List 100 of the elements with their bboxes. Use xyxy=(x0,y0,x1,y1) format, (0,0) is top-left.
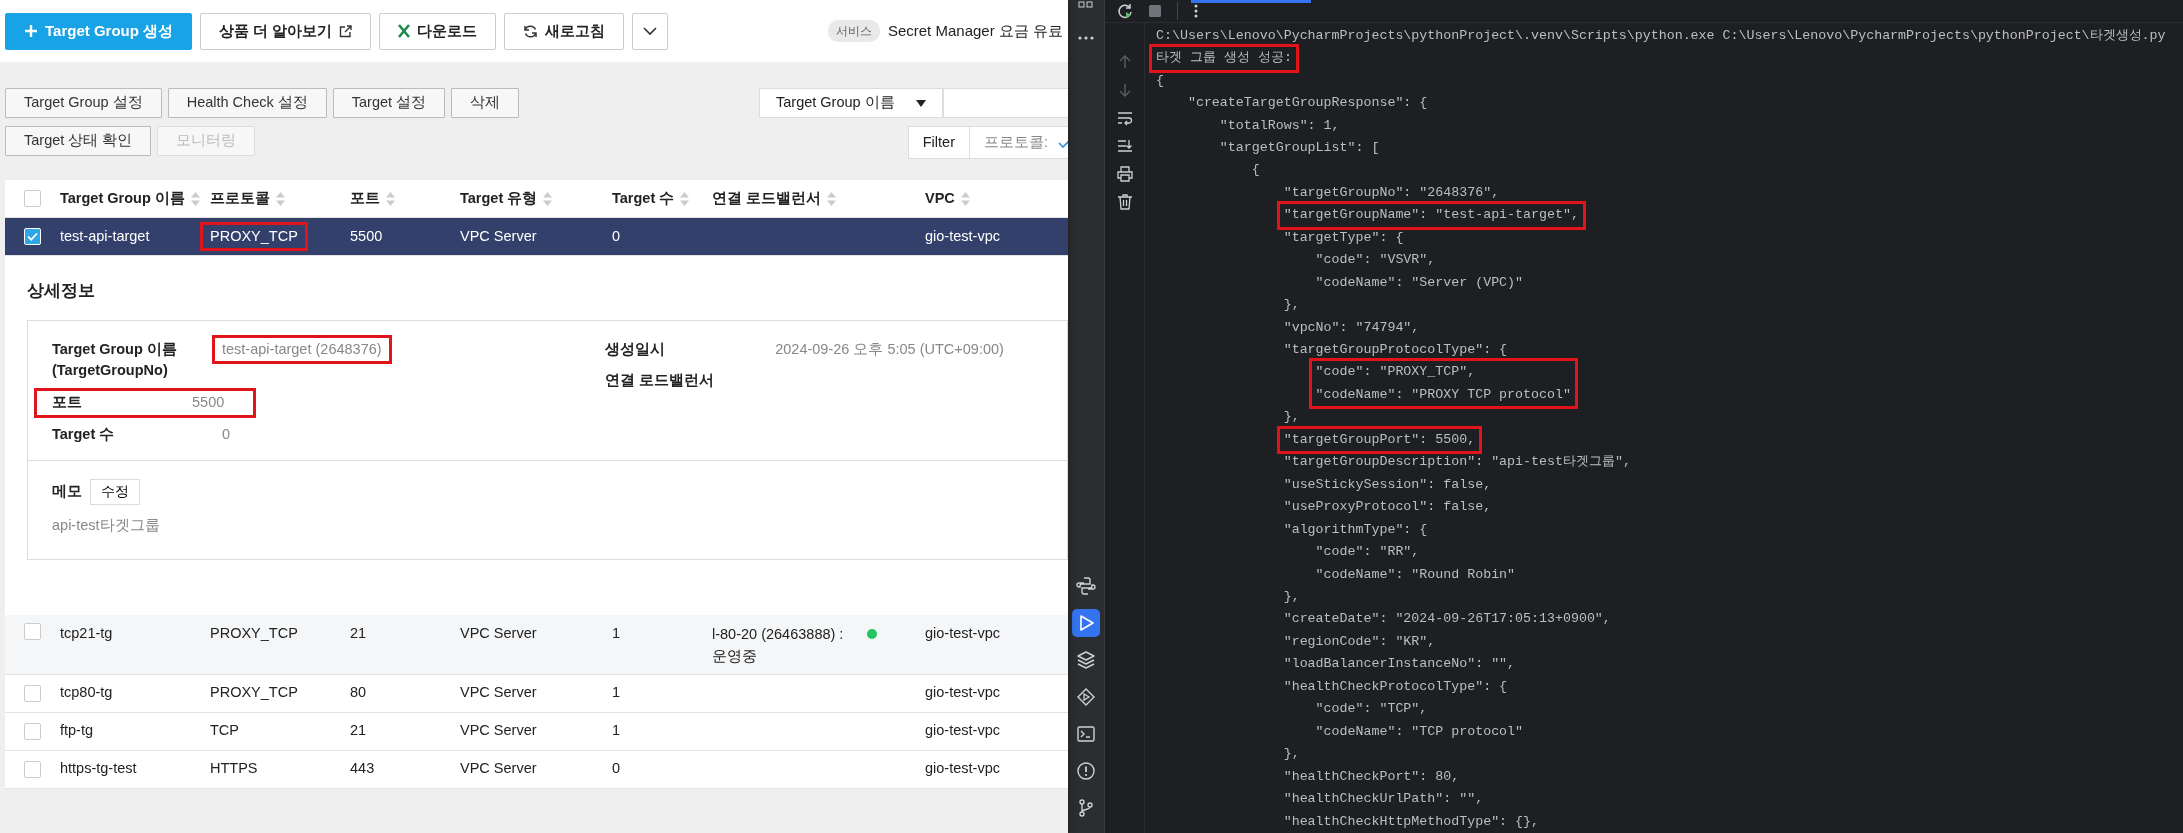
table-row[interactable]: test-api-target PROXY_TCP 5500 VPC Server 0 gio-test-vpc xyxy=(5,218,1068,256)
table-cell-text: VPC Server xyxy=(460,759,537,779)
column-header[interactable]: Target 수 xyxy=(612,187,675,210)
table-cell-text: test-api-target xyxy=(60,226,150,246)
dropdown-button[interactable] xyxy=(632,12,669,50)
checkbox[interactable] xyxy=(24,760,41,778)
memo-text: api-test타겟그룹 xyxy=(52,515,161,535)
checkbox[interactable] xyxy=(24,622,41,640)
column-header[interactable]: 포트 xyxy=(350,187,380,210)
sort-icon xyxy=(827,191,837,206)
run-tool-button[interactable] xyxy=(1072,609,1100,637)
field-label: Target 수 xyxy=(52,424,116,444)
search-type-select[interactable]: Target Group 이름 xyxy=(759,88,943,118)
console-line: "targetGroupList": [ xyxy=(1219,139,1380,155)
python-icon xyxy=(1076,576,1096,596)
console-line: "createTargetGroupResponse": { xyxy=(1187,95,1428,111)
console-line: }, xyxy=(1283,297,1300,313)
terminal-icon xyxy=(1076,724,1096,744)
action-button[interactable]: Target 설정 xyxy=(332,88,446,118)
caret-down-icon xyxy=(916,99,926,107)
table-cell-text: VPC Server xyxy=(460,623,537,643)
checkbox[interactable] xyxy=(24,684,41,702)
column-header[interactable]: Target Group 이름 xyxy=(60,187,185,210)
action-button[interactable]: 삭제 xyxy=(451,88,520,118)
table-cell-text: VPC Server xyxy=(460,683,537,703)
column-header[interactable]: Target 유형 xyxy=(460,187,538,210)
column-header[interactable]: 프로토콜 xyxy=(210,187,270,210)
console-line: C:\Users\Lenovo\PycharmProjects\pythonProject\.venv\Scripts\python.exe C:\Users\Lenovo\PycharmProjects\pythonProject\타겟생성.py xyxy=(1156,27,2166,43)
excel-icon xyxy=(398,24,411,38)
refresh-button[interactable]: 새로고침 xyxy=(504,12,625,50)
console-line: "targetGroupName": "test-api-target", xyxy=(1283,207,1579,223)
check-icon xyxy=(27,232,38,241)
trash-icon[interactable] xyxy=(1116,193,1133,210)
console-line: "codeName": "Server (VPC)" xyxy=(1315,274,1524,290)
table-row[interactable]: https-tg-test HTTPS 443 VPC Server 0 gio-test-vpc xyxy=(5,750,1068,789)
table-row[interactable]: ftp-tg TCP 21 VPC Server 1 gio-test-vpc xyxy=(5,712,1068,751)
wrap-icon[interactable] xyxy=(1116,109,1133,126)
table-cell-text: 5500 xyxy=(350,226,383,246)
branch-icon xyxy=(1076,798,1096,818)
column-header[interactable]: VPC xyxy=(925,187,955,210)
console-line: "codeName": "Round Robin" xyxy=(1315,566,1516,582)
field-value: 2024-09-26 오후 5:05 (UTC+09:00) xyxy=(775,339,1004,359)
console-line: "codeName": "PROXY TCP protocol" xyxy=(1315,386,1571,402)
sort-icon xyxy=(190,191,200,206)
search-field[interactable] xyxy=(943,88,1068,118)
more-vertical-icon[interactable] xyxy=(1194,3,1198,18)
filter-field[interactable]: 프로토콜: xyxy=(969,131,1058,154)
action-button[interactable]: Target 상태 확인 xyxy=(5,126,152,156)
scroll-to-end-icon[interactable] xyxy=(1116,137,1133,154)
download-button[interactable]: 다운로드 xyxy=(379,12,497,50)
load-balancer-text: l-80-20 (26463888) : 운영중 xyxy=(712,624,844,666)
table-cell-text: gio-test-vpc xyxy=(925,623,1000,643)
alert-icon xyxy=(1076,761,1096,781)
services-icon xyxy=(1076,687,1096,707)
sort-icon xyxy=(276,191,285,206)
field-label: 생성일시 xyxy=(605,339,667,359)
table-row[interactable]: tcp80-tg PROXY_TCP 80 VPC Server 1 gio-test-vpc xyxy=(5,674,1068,713)
action-button[interactable]: Target Group 설정 xyxy=(5,88,162,118)
memo-label: 메모 xyxy=(52,481,82,501)
console-line: }, xyxy=(1283,409,1300,425)
table-row[interactable]: tcp21-tg PROXY_TCP 21 VPC Server 1 l-80-20 (26463888) : 운영중 gio-test-vpc xyxy=(5,614,1068,675)
table-cell-text: 0 xyxy=(612,226,621,246)
console-line: "createDate": "2024-09-26T17:05:13+0900", xyxy=(1283,611,1611,627)
console-line: "useProxyProtocol": false, xyxy=(1283,499,1492,515)
console-line: "vpcNo": "74794", xyxy=(1283,319,1420,335)
console-line: "code": "RR", xyxy=(1315,544,1420,560)
table-cell-text: gio-test-vpc xyxy=(925,759,1000,779)
table-cell-text: TCP xyxy=(210,721,239,741)
console-line: "code": "VSVR", xyxy=(1315,252,1436,268)
console-line: "codeName": "TCP protocol" xyxy=(1315,723,1524,739)
table-cell-text: 0 xyxy=(612,759,621,779)
console-line: "useStickySession": false, xyxy=(1283,476,1492,492)
action-button[interactable]: Health Check 설정 xyxy=(167,88,327,118)
table-cell-text: VPC Server xyxy=(460,226,537,246)
sort-icon xyxy=(386,191,395,206)
console-line: "loadBalancerInstanceNo": "", xyxy=(1283,656,1516,672)
console-line: "targetType": { xyxy=(1283,229,1404,245)
console-line: "healthCheckProtocolType": { xyxy=(1283,678,1508,694)
more-icon[interactable] xyxy=(1078,36,1094,40)
checkbox[interactable] xyxy=(24,190,41,207)
console-line: "regionCode": "KR", xyxy=(1283,633,1436,649)
rerun-icon[interactable] xyxy=(1117,2,1133,19)
table-cell-text: tcp80-tg xyxy=(60,683,113,703)
edit-button[interactable]: 수정 xyxy=(90,478,140,505)
learn-more-button[interactable]: 상품 더 알아보기 xyxy=(200,12,372,50)
checkbox[interactable] xyxy=(24,722,41,740)
column-header[interactable]: 연결 로드밸런서 xyxy=(712,187,822,210)
field-label: 포트 xyxy=(52,393,83,412)
table-cell-text: PROXY_TCP xyxy=(210,623,298,643)
table-cell-text: 1 xyxy=(612,623,621,643)
stop-icon[interactable] xyxy=(1149,4,1161,17)
table-cell-text: tcp21-tg xyxy=(60,623,113,643)
sort-icon xyxy=(543,191,553,206)
table-cell-text: 1 xyxy=(612,683,621,703)
console-line: "targetGroupProtocolType": { xyxy=(1283,342,1508,358)
console-line: "targetGroupNo": "2648376", xyxy=(1283,184,1500,200)
chevron-down-icon xyxy=(643,26,658,36)
print-icon[interactable] xyxy=(1116,165,1133,182)
field-value: 0 xyxy=(222,424,231,444)
field-value: 5500 xyxy=(192,393,225,412)
